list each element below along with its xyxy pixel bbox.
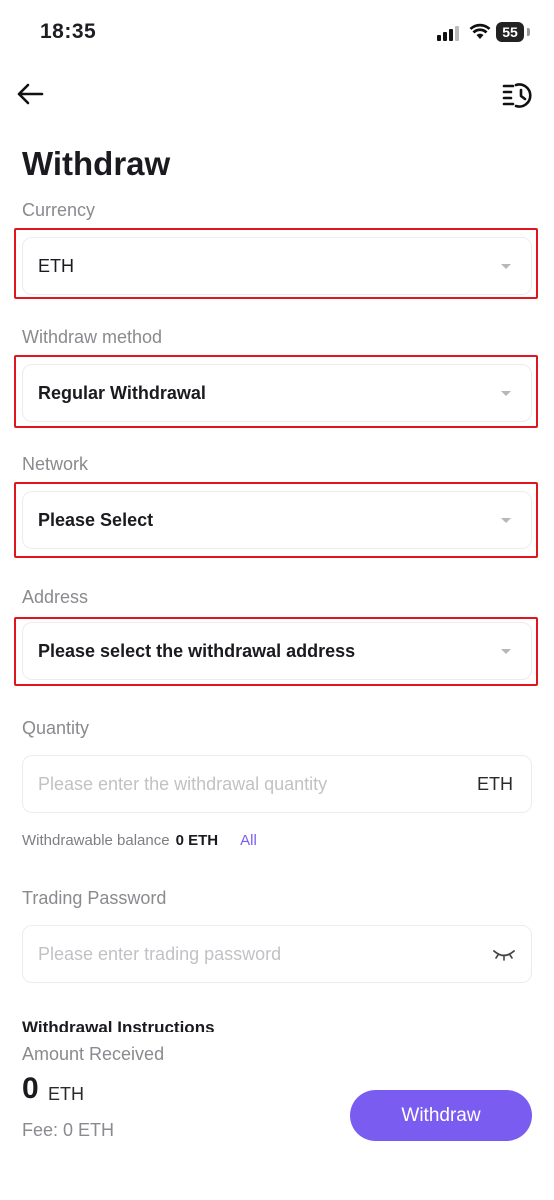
- battery-cap: [527, 28, 530, 36]
- history-icon: [502, 83, 532, 108]
- arrow-left-icon: [17, 83, 44, 105]
- method-select[interactable]: Regular Withdrawal: [22, 364, 532, 422]
- wifi-icon: [469, 23, 491, 45]
- quantity-placeholder: Please enter the withdrawal quantity: [38, 774, 328, 794]
- chevron-down-icon: [501, 518, 511, 523]
- amount-received-value: 0: [22, 1072, 39, 1105]
- cellular-signal-icon: [437, 25, 459, 41]
- password-input[interactable]: Please enter trading password: [22, 925, 532, 983]
- all-button[interactable]: All: [240, 832, 257, 849]
- status-time: 18:35: [40, 20, 97, 43]
- chevron-down-icon: [501, 649, 511, 654]
- amount-received-unit: ETH: [48, 1084, 84, 1104]
- balance-row: Withdrawable balance 0 ETH All: [22, 832, 257, 849]
- method-label: Withdraw method: [22, 327, 163, 347]
- history-button[interactable]: [500, 78, 536, 112]
- balance-label: Withdrawable balance: [22, 832, 170, 849]
- page-title: Withdraw: [22, 145, 171, 182]
- address-label: Address: [22, 587, 89, 607]
- quantity-label: Quantity: [22, 718, 90, 738]
- eye-closed-icon[interactable]: [491, 944, 517, 964]
- chevron-down-icon: [501, 391, 511, 396]
- network-select[interactable]: Please Select: [22, 491, 532, 549]
- chevron-down-icon: [501, 264, 511, 269]
- method-value: Regular Withdrawal: [38, 383, 206, 403]
- balance-value: 0 ETH: [175, 832, 219, 849]
- currency-label: Currency: [22, 200, 96, 220]
- network-label: Network: [22, 454, 89, 474]
- battery-icon: 55: [496, 22, 524, 42]
- address-value: Please select the withdrawal address: [38, 641, 356, 661]
- back-button[interactable]: [14, 78, 46, 110]
- amount-received-label: Amount Received: [22, 1044, 165, 1064]
- quantity-input[interactable]: Please enter the withdrawal quantity ETH: [22, 755, 532, 813]
- currency-value: ETH: [38, 256, 74, 276]
- currency-select[interactable]: ETH: [22, 237, 532, 295]
- fee-text: Fee: 0 ETH: [22, 1120, 115, 1140]
- address-select[interactable]: Please select the withdrawal address: [22, 622, 532, 680]
- network-value: Please Select: [38, 510, 154, 530]
- instructions-title: Withdrawal Instructions: [22, 1018, 215, 1032]
- password-placeholder: Please enter trading password: [38, 944, 282, 964]
- quantity-unit: ETH: [477, 774, 513, 794]
- withdraw-button[interactable]: Withdraw: [350, 1090, 532, 1141]
- password-label: Trading Password: [22, 888, 167, 908]
